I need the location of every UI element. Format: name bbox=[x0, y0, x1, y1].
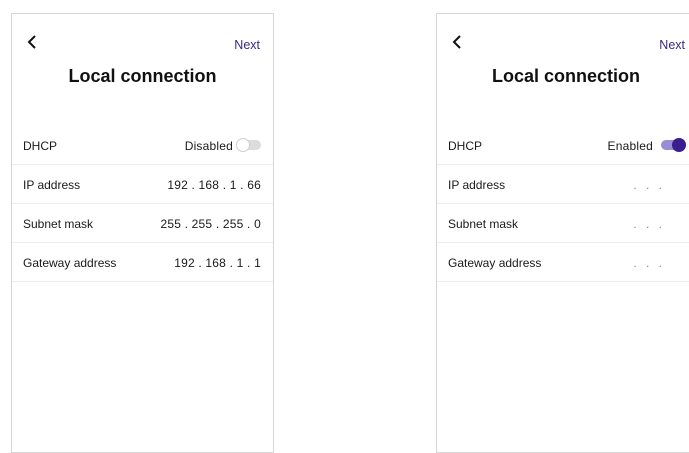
gateway-address-value[interactable]: 192 . 168 . 1 . 1 bbox=[174, 256, 261, 270]
toggle-knob bbox=[672, 138, 686, 152]
ip-address-row[interactable]: IP address 192 . 168 . 1 . 66 bbox=[12, 165, 273, 204]
screen-dhcp-disabled: Next Local connection DHCP Disabled IP a… bbox=[11, 13, 274, 453]
page-title: Local connection bbox=[491, 66, 641, 86]
dhcp-toggle[interactable] bbox=[661, 138, 686, 152]
dhcp-status: Enabled bbox=[607, 139, 653, 153]
subnet-mask-label: Subnet mask bbox=[23, 217, 94, 231]
dhcp-toggle[interactable] bbox=[236, 138, 261, 152]
dhcp-row: DHCP Disabled bbox=[12, 126, 273, 165]
page-title: Local connection bbox=[68, 66, 217, 86]
header: Next Local connection bbox=[12, 14, 273, 114]
settings-list: DHCP Disabled IP address 192 . 168 . 1 .… bbox=[12, 126, 273, 282]
dhcp-label: DHCP bbox=[23, 139, 58, 153]
ip-address-row: IP address . . . bbox=[437, 165, 689, 204]
subnet-mask-row: Subnet mask . . . bbox=[437, 204, 689, 243]
gateway-address-label: Gateway address bbox=[23, 256, 117, 270]
dhcp-row: DHCP Enabled bbox=[437, 126, 689, 165]
next-button[interactable]: Next bbox=[659, 38, 685, 52]
ip-address-value[interactable]: 192 . 168 . 1 . 66 bbox=[167, 178, 261, 192]
next-button[interactable]: Next bbox=[234, 38, 260, 52]
header: Next Local connection bbox=[437, 14, 689, 114]
back-chevron-icon[interactable] bbox=[23, 32, 43, 52]
dhcp-status: Disabled bbox=[184, 139, 233, 153]
ip-address-value: . . . bbox=[633, 178, 665, 192]
screen-dhcp-enabled: Next Local connection DHCP Enabled IP ad… bbox=[436, 13, 689, 453]
gateway-address-row[interactable]: Gateway address 192 . 168 . 1 . 1 bbox=[12, 243, 273, 282]
subnet-mask-label: Subnet mask bbox=[448, 217, 519, 231]
ip-address-label: IP address bbox=[448, 178, 506, 192]
ip-address-label: IP address bbox=[23, 178, 81, 192]
gateway-address-value: . . . bbox=[633, 256, 665, 270]
gateway-address-label: Gateway address bbox=[448, 256, 542, 270]
gateway-address-row: Gateway address . . . bbox=[437, 243, 689, 282]
dhcp-label: DHCP bbox=[448, 139, 483, 153]
toggle-knob bbox=[236, 138, 250, 152]
subnet-mask-value: . . . bbox=[633, 217, 665, 231]
subnet-mask-row[interactable]: Subnet mask 255 . 255 . 255 . 0 bbox=[12, 204, 273, 243]
subnet-mask-value[interactable]: 255 . 255 . 255 . 0 bbox=[160, 217, 261, 231]
back-chevron-icon[interactable] bbox=[448, 32, 468, 52]
settings-list: DHCP Enabled IP address . . . Subnet mas… bbox=[437, 126, 689, 282]
